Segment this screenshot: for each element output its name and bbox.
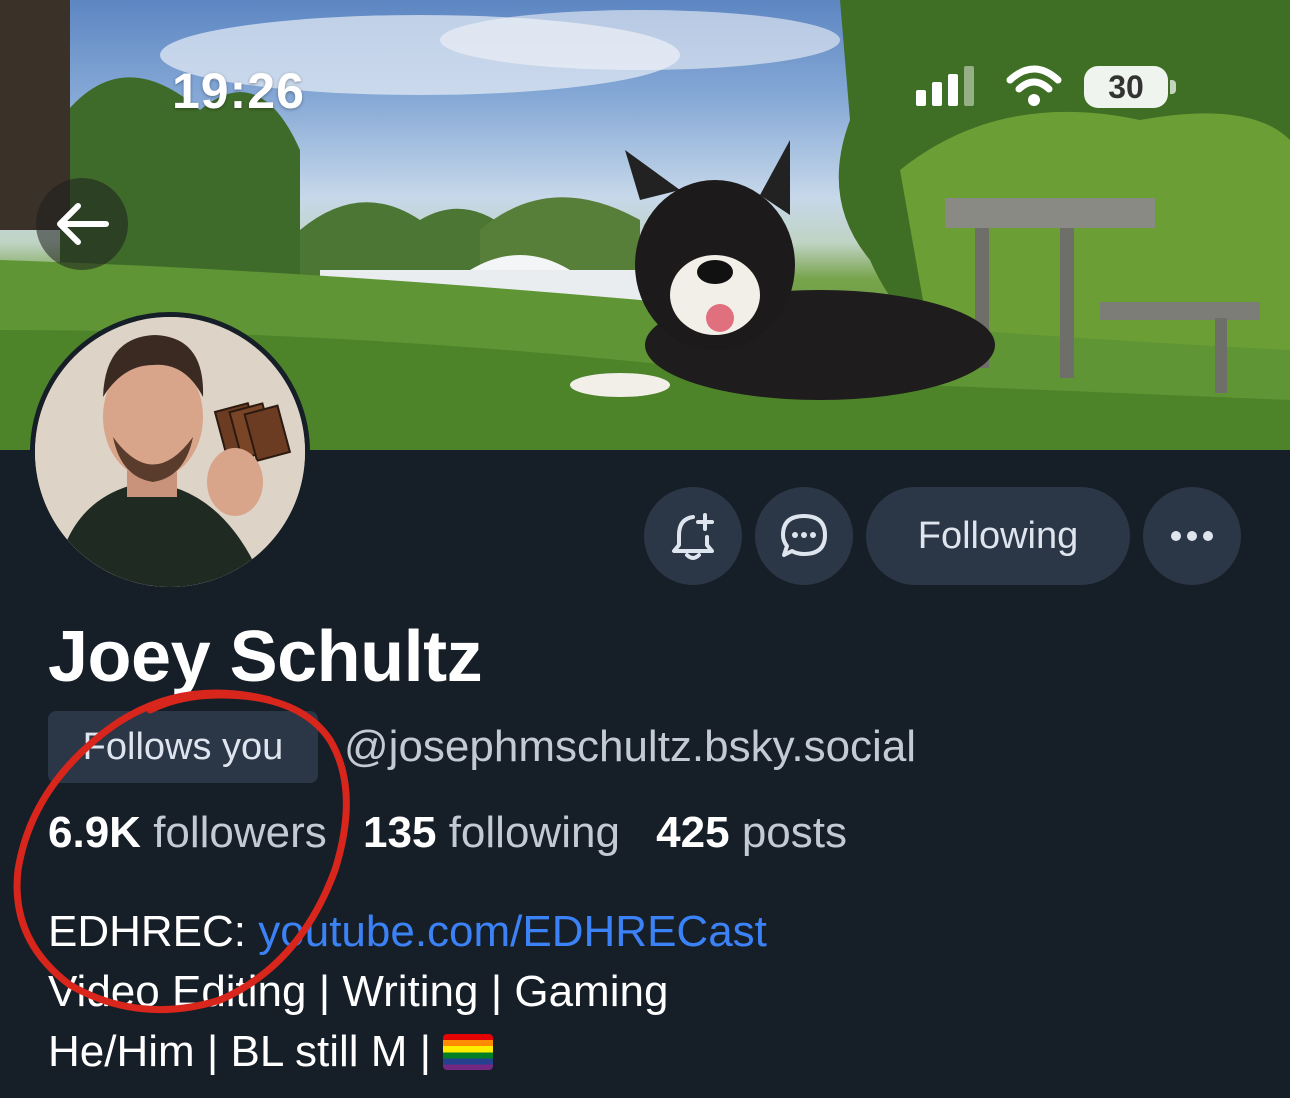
profile-bio: EDHREC: youtube.com/EDHRECast Video Edit… [48,902,767,1082]
message-button[interactable] [755,487,853,585]
arrow-left-icon [57,203,109,245]
bio-line-2: Video Editing | Writing | Gaming [48,967,669,1016]
posts-stat: 425 posts [656,808,847,857]
bio-prefix: EDHREC: [48,907,259,956]
more-button[interactable] [1143,487,1241,585]
bio-line-1: EDHREC: youtube.com/EDHRECast [48,902,767,962]
ellipsis-icon [1171,531,1213,541]
notify-button[interactable] [644,487,742,585]
profile-handle: @josephmschultz.bsky.social [344,722,917,771]
bio-line-3-text: He/Him | BL still M | [48,1027,444,1076]
posts-count: 425 [656,808,730,857]
avatar-photo [35,317,305,587]
status-icons: 30 [912,62,1182,112]
chat-bubble-icon [781,514,827,557]
back-button[interactable] [36,178,128,270]
posts-label: posts [741,808,847,857]
battery-icon: 30 [1084,66,1168,108]
follows-you-badge: Follows you [48,711,318,783]
followers-stat[interactable]: 6.9K followers [48,808,327,857]
bell-plus-icon [672,513,714,560]
wifi-icon [1006,65,1062,106]
bio-line-3: He/Him | BL still M | [48,1022,767,1082]
avatar[interactable] [30,312,310,592]
following-button[interactable]: Following [866,487,1130,585]
followers-count: 6.9K [48,808,141,857]
following-stat[interactable]: 135 following [363,808,620,857]
battery-tip [1170,80,1176,94]
display-name: Joey Schultz [48,617,483,697]
status-time: 19:26 [172,63,305,119]
following-label: following [448,808,620,857]
profile-stats: 6.9K followers 135 following 425 posts [48,808,847,858]
rainbow-flag-icon [443,1034,494,1070]
followers-label: followers [153,808,327,857]
following-count: 135 [363,808,437,857]
bio-link[interactable]: youtube.com/EDHRECast [258,907,767,956]
